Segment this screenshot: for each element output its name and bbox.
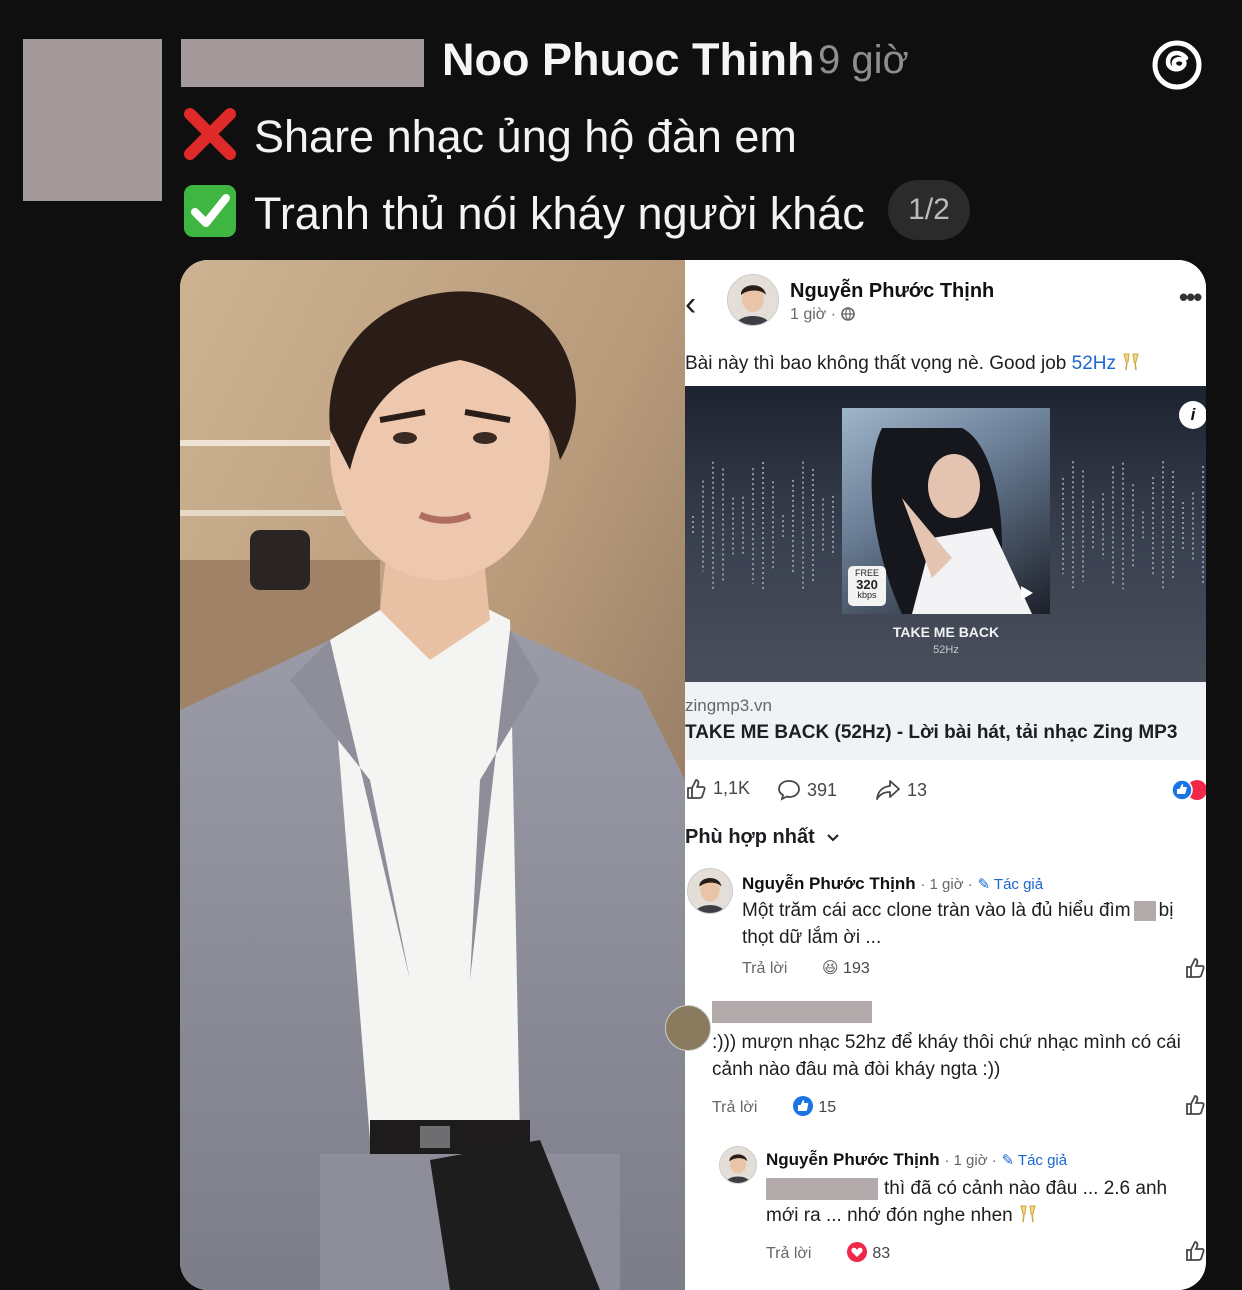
comment-3-reply[interactable]: Trả lời xyxy=(766,1245,811,1262)
comment-1-header: Nguyễn Phước Thịnh · 1 giờ · ✎ Tác giả xyxy=(742,874,1043,894)
comment-3-author[interactable]: Nguyễn Phước Thịnh xyxy=(766,1150,940,1169)
comment-2-avatar[interactable] xyxy=(665,1005,711,1051)
author-badge: ✎ Tác giả xyxy=(977,876,1044,893)
like-reaction-icon xyxy=(792,1096,813,1116)
share-count: 13 xyxy=(907,780,928,800)
song-artist: 52Hz xyxy=(933,644,959,656)
comment-1-text-a: Một trăm cái acc clone tràn vào là đủ hi… xyxy=(742,900,1131,921)
comment-3-meta: · 1 giờ · xyxy=(944,1152,997,1169)
comment-3-actions: Trả lời 83 xyxy=(766,1241,890,1263)
comment-1-avatar[interactable] xyxy=(687,868,733,914)
comment-3-text-b: mới ra ... nhớ đón nghe nhen xyxy=(766,1205,1013,1226)
info-icon[interactable]: i xyxy=(1179,401,1206,429)
fb-post-time-text: 1 giờ · xyxy=(790,306,837,323)
comment-3-avatar[interactable] xyxy=(719,1146,757,1184)
globe-icon xyxy=(840,307,855,321)
play-icon[interactable] xyxy=(1021,586,1033,600)
comment-1-text: Một trăm cái acc clone tràn vào là đủ hi… xyxy=(742,897,1206,951)
music-link-preview[interactable]: FREE 320 kbps TAKE ME BACK 52Hz xyxy=(685,386,1206,682)
comment-action[interactable]: 391 xyxy=(777,778,837,802)
threads-logo-icon[interactable] xyxy=(1150,38,1204,92)
fb-author-avatar[interactable] xyxy=(727,274,779,326)
image-page-indicator: 1/2 xyxy=(888,180,970,240)
comment-1-author[interactable]: Nguyễn Phước Thịnh xyxy=(742,874,916,893)
redacted-commenter-name xyxy=(712,1001,872,1023)
link-preview-box[interactable] xyxy=(685,682,1206,760)
more-options-icon[interactable]: ••• xyxy=(1179,282,1202,313)
chevron-down-icon xyxy=(827,834,840,842)
clinking-glasses-icon xyxy=(1123,353,1139,371)
avatar-face-icon xyxy=(720,1147,756,1183)
comment-2-reply[interactable]: Trả lời xyxy=(712,1099,757,1116)
comment-3-reaction-count: 83 xyxy=(872,1245,891,1262)
fb-post-time: 1 giờ · xyxy=(790,306,855,324)
comment-3-header: Nguyễn Phước Thịnh · 1 giờ · ✎ Tác giả xyxy=(766,1150,1067,1170)
comment-3-text-a: thì đã có cảnh nào đâu ... 2.6 anh xyxy=(884,1178,1168,1199)
cross-mark-icon xyxy=(184,108,236,160)
heart-reaction-icon xyxy=(846,1242,867,1262)
sort-label: Phù hợp nhất xyxy=(685,826,815,848)
redacted-mention xyxy=(766,1177,878,1200)
redacted-avatar[interactable] xyxy=(23,39,162,201)
author-badge: ✎ Tác giả xyxy=(1001,1152,1068,1169)
comment-1-meta: · 1 giờ · xyxy=(920,876,973,893)
comment-1-text-c: thọt dữ lắm ời ... xyxy=(742,927,882,948)
comment-count: 391 xyxy=(807,780,838,800)
fb-author-name[interactable]: Nguyễn Phước Thịnh xyxy=(790,280,994,303)
share-action[interactable]: 13 xyxy=(875,778,927,802)
fb-caption-tag[interactable]: 52Hz xyxy=(1072,353,1116,374)
post-author-name[interactable]: Noo Phuoc Thinh xyxy=(442,34,814,86)
post-image-card[interactable]: ‹ Nguyễn Phước Thịnh 1 giờ · ••• Bài này… xyxy=(180,260,1206,1290)
facebook-screenshot: ‹ Nguyễn Phước Thịnh 1 giờ · ••• Bài này… xyxy=(665,260,1206,1290)
clinking-glasses-icon xyxy=(1020,1205,1036,1223)
laughing-face-icon: 😆 xyxy=(821,960,839,977)
comment-1-text-b: bị xyxy=(1158,900,1174,921)
fb-post-caption: Bài này thì bao không thất vọng nè. Good… xyxy=(685,352,1141,375)
post-line-1-text: Share nhạc ủng hộ đàn em xyxy=(254,111,797,162)
comment-like-icon[interactable] xyxy=(1184,1240,1206,1262)
post-line-2-text: Tranh thủ nói kháy người khác xyxy=(254,188,865,239)
like-count: 1,1K xyxy=(713,778,751,798)
comment-2-actions: Trả lời 15 xyxy=(712,1095,836,1117)
post-text-line-1: Share nhạc ủng hộ đàn em xyxy=(182,106,797,163)
author-badge-label: Tác giả xyxy=(1017,1152,1068,1169)
like-icon xyxy=(687,779,706,799)
author-badge-label: Tác giả xyxy=(993,876,1044,893)
comment-3-text: thì đã có cảnh nào đâu ... 2.6 anh mới r… xyxy=(766,1175,1206,1229)
badge-320: 320 xyxy=(856,577,878,592)
badge-kbps: kbps xyxy=(857,590,877,600)
share-icon xyxy=(876,780,900,800)
avatar-face-icon xyxy=(688,869,732,913)
link-title[interactable]: TAKE ME BACK (52Hz) - Lời bài hát, tải n… xyxy=(685,722,1177,744)
check-mark-icon xyxy=(184,185,236,237)
song-title: TAKE ME BACK xyxy=(892,624,1000,640)
like-action[interactable]: 1,1K xyxy=(685,778,750,800)
comment-1-reaction-count: 193 xyxy=(843,960,870,977)
comment-sort-dropdown[interactable]: Phù hợp nhất xyxy=(685,826,840,849)
comment-2-reaction-count: 15 xyxy=(818,1099,837,1116)
portrait-photo xyxy=(180,260,685,1290)
avatar-face-icon xyxy=(728,275,778,325)
post-timestamp: 9 giờ xyxy=(818,38,909,82)
redacted-word xyxy=(1133,900,1156,921)
back-arrow-icon[interactable]: ‹ xyxy=(685,285,696,324)
comment-1-actions: Trả lời 😆 193 xyxy=(742,958,870,978)
comment-like-icon[interactable] xyxy=(1184,957,1206,979)
comment-like-icon[interactable] xyxy=(1184,1094,1206,1116)
fb-caption-text: Bài này thì bao không thất vọng nè. Good… xyxy=(685,353,1067,374)
redacted-username xyxy=(181,39,424,87)
post-text-line-2: Tranh thủ nói kháy người khác xyxy=(182,183,865,240)
comment-icon xyxy=(778,780,800,801)
comment-2-text: :))) mượn nhạc 52hz để kháy thôi chứ nhạ… xyxy=(712,1032,1181,1080)
quality-badge: FREE 320 kbps xyxy=(848,566,886,606)
reaction-summary-icon[interactable] xyxy=(1170,778,1206,802)
comment-1-reply[interactable]: Trả lời xyxy=(742,960,787,977)
link-domain: zingmp3.vn xyxy=(685,696,772,715)
